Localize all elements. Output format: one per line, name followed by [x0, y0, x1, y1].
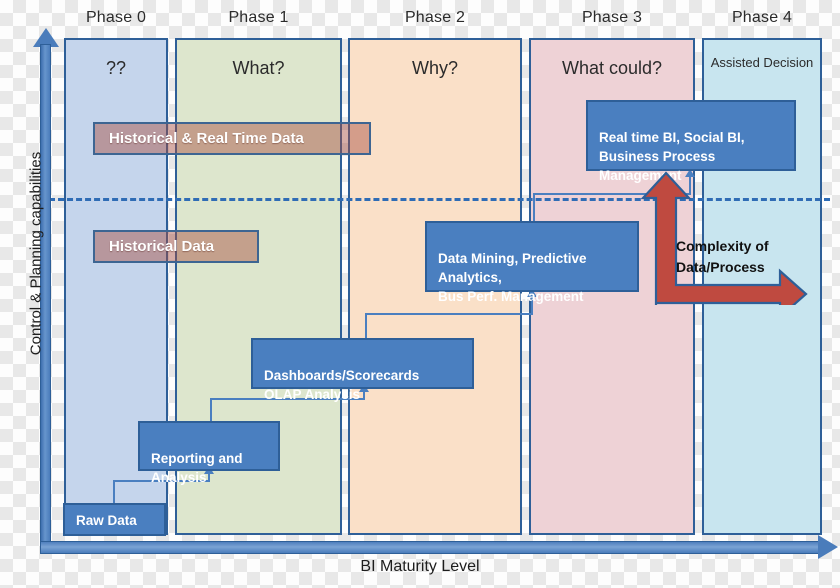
- capability-label: Data Mining, Predictive Analytics, Bus P…: [438, 251, 587, 304]
- complexity-arrow-label: Complexity of Data/Process: [676, 238, 769, 275]
- band-historical[interactable]: Historical Data: [93, 230, 259, 263]
- phase-header-3: Phase 3: [581, 9, 643, 26]
- x-axis-label: BI Maturity Level: [360, 558, 480, 575]
- connector-reporting-dashboards-v2: [363, 391, 365, 400]
- phase-question-4: Assisted Decision: [710, 55, 814, 70]
- connector-dashboards-datamining-v1: [365, 313, 367, 339]
- x-axis: [40, 541, 820, 554]
- x-axis-arrowhead-icon: [818, 535, 838, 559]
- band-historical-realtime[interactable]: Historical & Real Time Data: [93, 122, 371, 155]
- band-label: Historical & Real Time Data: [109, 130, 304, 147]
- phase-question-2: Why?: [411, 58, 458, 78]
- capability-label: Raw Data: [76, 512, 137, 528]
- phase-header-4: Phase 4: [731, 9, 793, 26]
- phase-header-0: Phase 0: [85, 9, 147, 26]
- phase-question-1: What?: [232, 58, 285, 78]
- band-label: Historical Data: [109, 238, 215, 255]
- phase-header-1: Phase 1: [228, 9, 289, 26]
- connector-rawdata-reporting-v1: [113, 480, 115, 504]
- capability-box-reporting-analysis[interactable]: Reporting and Analysis: [138, 421, 280, 485]
- capability-box-real-time-bi[interactable]: Real time BI, Social BI, Business Proces…: [586, 100, 796, 183]
- diagram-canvas: Phase 0 Phase 1 Phase 2 Phase 3 Phase 4 …: [0, 0, 840, 588]
- phase-question-0: ??: [105, 58, 127, 78]
- connector-reporting-dashboards-v1: [210, 398, 212, 422]
- capability-box-raw-data[interactable]: Raw Data: [63, 503, 166, 536]
- capability-box-dashboards-olap[interactable]: Dashboards/Scorecards OLAP Analysis: [251, 338, 474, 402]
- phase-header-2: Phase 2: [404, 9, 466, 26]
- capability-box-data-mining[interactable]: Data Mining, Predictive Analytics, Bus P…: [425, 221, 639, 304]
- connector-dashboards-datamining-h: [365, 313, 533, 315]
- connector-datamining-realtimebi-v1: [533, 193, 535, 221]
- phase-question-3: What could?: [561, 58, 663, 78]
- y-axis-label: Control & Planning capabilities: [27, 151, 45, 356]
- connector-rawdata-reporting-v2: [208, 473, 210, 482]
